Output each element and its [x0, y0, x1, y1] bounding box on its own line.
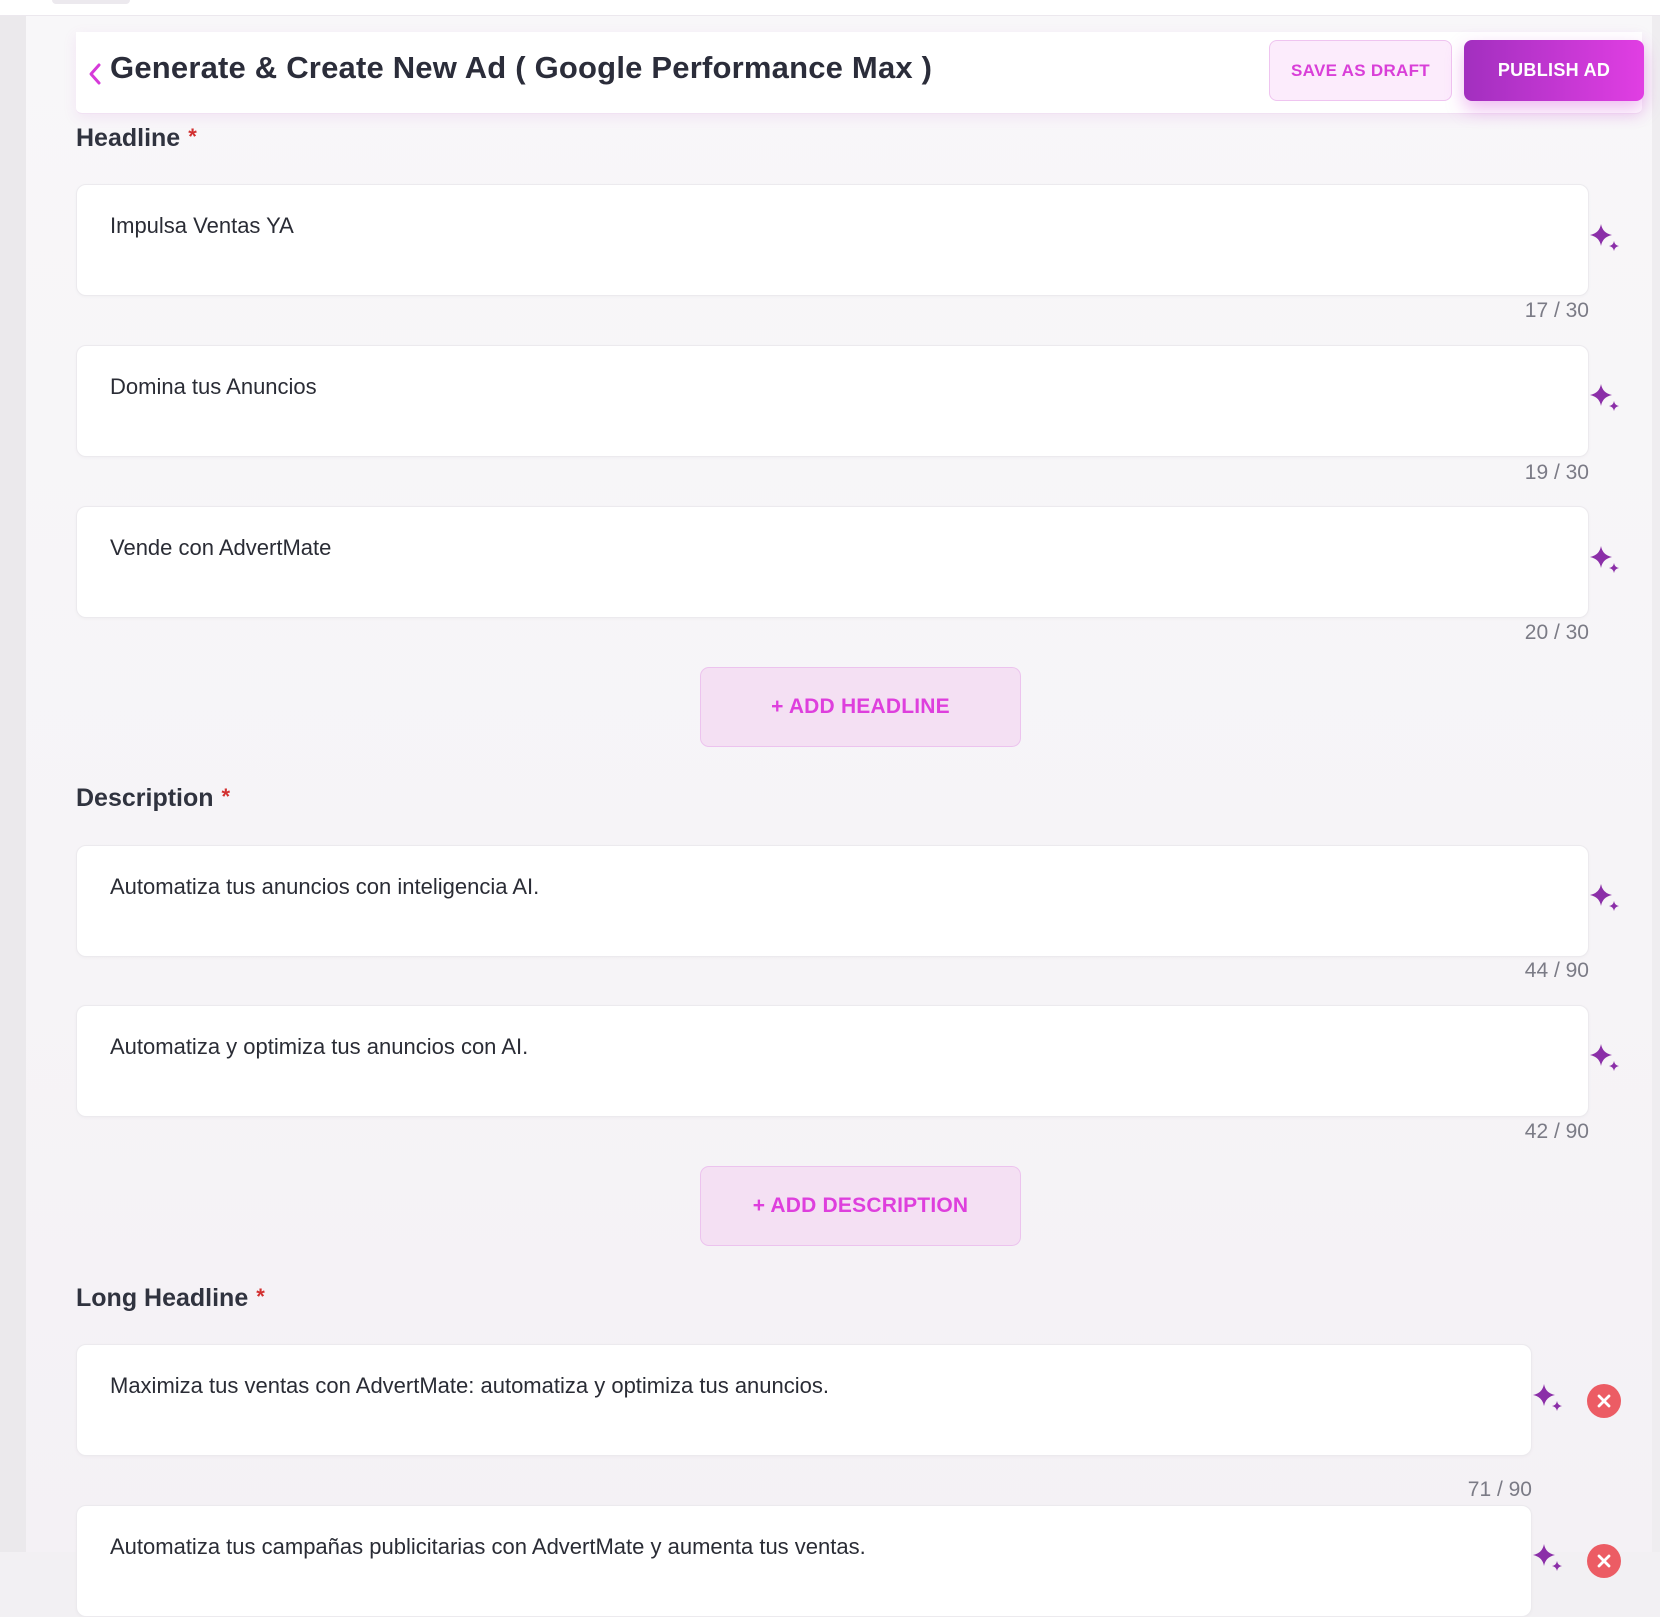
sparkle-icon[interactable]: [1531, 1382, 1565, 1416]
sparkle-icon[interactable]: [1588, 1042, 1622, 1076]
page-header: Generate & Create New Ad ( Google Perfor…: [76, 32, 1644, 114]
sparkle-icon[interactable]: [1588, 544, 1622, 578]
long-headline-1-char-counter: 71 / 90: [1467, 1478, 1532, 1501]
description-input-1-value[interactable]: Automatiza tus anuncios con inteligencia…: [110, 874, 539, 900]
left-rail: [0, 16, 26, 1552]
remove-long-headline-button[interactable]: [1587, 1544, 1621, 1578]
headline-input-1-value[interactable]: Impulsa Ventas YA: [110, 213, 294, 239]
main-content: Generate & Create New Ad ( Google Perfor…: [26, 16, 1652, 1617]
description-section-label: Description *: [76, 784, 230, 813]
long-headline-input-1[interactable]: Maximiza tus ventas con AdvertMate: auto…: [76, 1344, 1532, 1456]
headline-section-label: Headline *: [76, 124, 197, 153]
chevron-left-icon: [89, 63, 101, 85]
publish-ad-button[interactable]: PUBLISH AD: [1464, 40, 1644, 101]
headline-input-1[interactable]: Impulsa Ventas YA: [76, 184, 1589, 296]
headline-1-char-counter: 17 / 30: [1524, 299, 1589, 322]
long-headline-input-2[interactable]: Automatiza tus campañas publicitarias co…: [76, 1505, 1532, 1617]
back-button[interactable]: [84, 56, 106, 92]
add-headline-button[interactable]: + ADD HEADLINE: [700, 667, 1021, 747]
sparkle-icon[interactable]: [1588, 382, 1622, 416]
long-headline-section-label: Long Headline *: [76, 1284, 265, 1313]
headline-label: Headline: [76, 124, 181, 152]
close-icon: [1597, 1394, 1611, 1408]
description-input-2[interactable]: Automatiza y optimiza tus anuncios con A…: [76, 1005, 1589, 1117]
long-headline-input-2-value[interactable]: Automatiza tus campañas publicitarias co…: [110, 1534, 866, 1560]
description-input-1[interactable]: Automatiza tus anuncios con inteligencia…: [76, 845, 1589, 957]
top-bar: [0, 0, 1660, 16]
description-2-char-counter: 42 / 90: [1524, 1120, 1589, 1143]
save-as-draft-button[interactable]: SAVE AS DRAFT: [1269, 40, 1452, 101]
tab-hint: [52, 0, 130, 4]
headline-input-2[interactable]: Domina tus Anuncios: [76, 345, 1589, 457]
add-description-button[interactable]: + ADD DESCRIPTION: [700, 1166, 1021, 1246]
sparkle-icon[interactable]: [1588, 882, 1622, 916]
headline-2-char-counter: 19 / 30: [1524, 461, 1589, 484]
sparkle-icon[interactable]: [1588, 222, 1622, 256]
long-headline-input-1-value[interactable]: Maximiza tus ventas con AdvertMate: auto…: [110, 1373, 829, 1399]
long-headline-label: Long Headline: [76, 1284, 249, 1312]
headline-3-char-counter: 20 / 30: [1524, 621, 1589, 644]
description-1-char-counter: 44 / 90: [1524, 959, 1589, 982]
headline-input-3[interactable]: Vende con AdvertMate: [76, 506, 1589, 618]
remove-long-headline-button[interactable]: [1587, 1384, 1621, 1418]
headline-input-2-value[interactable]: Domina tus Anuncios: [110, 374, 317, 400]
headline-input-3-value[interactable]: Vende con AdvertMate: [110, 535, 331, 561]
close-icon: [1597, 1554, 1611, 1568]
page-title: Generate & Create New Ad ( Google Perfor…: [110, 50, 933, 85]
required-marker: *: [221, 784, 231, 809]
required-marker: *: [256, 1284, 265, 1309]
sparkle-icon[interactable]: [1531, 1542, 1565, 1576]
description-input-2-value[interactable]: Automatiza y optimiza tus anuncios con A…: [110, 1034, 528, 1060]
description-label: Description: [76, 784, 214, 812]
required-marker: *: [188, 124, 197, 149]
right-scrollbar-track[interactable]: [1652, 16, 1660, 1552]
